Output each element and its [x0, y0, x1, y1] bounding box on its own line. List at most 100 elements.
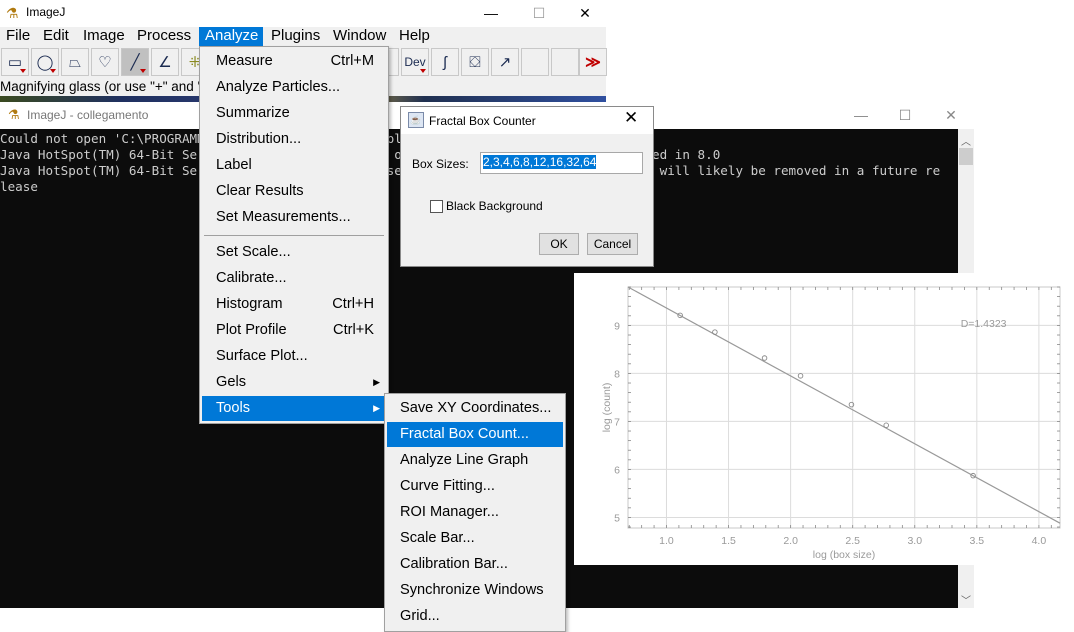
analyze-menu-item-distribution[interactable]: Distribution...: [202, 127, 386, 152]
x-axis-label: log (box size): [813, 549, 875, 561]
console-line: lease: [0, 179, 38, 194]
x-tick-label: 3.5: [970, 535, 985, 547]
data-point: [883, 422, 889, 429]
menu-image[interactable]: Image: [77, 27, 131, 47]
analyze-menu-item-summarize[interactable]: Summarize: [202, 101, 386, 126]
analyze-menu-item-histogram[interactable]: Histogram Ctrl+H: [202, 292, 386, 317]
ok-button[interactable]: OK: [539, 233, 579, 255]
data-point: [761, 355, 768, 361]
console-close-button[interactable]: ✕: [928, 102, 974, 129]
more-tools-button[interactable]: ≫: [579, 48, 607, 76]
tools-menu-item-calibration-bar[interactable]: Calibration Bar...: [387, 552, 563, 577]
brush-icon: ʃ: [443, 53, 447, 71]
scroll-up-icon[interactable]: ︿: [958, 133, 974, 148]
console-window-title: ImageJ - collegamento: [27, 108, 149, 122]
x-tick-label: 3.0: [907, 535, 922, 547]
arrow-tool[interactable]: ↗: [491, 48, 519, 76]
menu-item-label: Set Scale...: [216, 244, 291, 260]
tools-menu-item-scale-bar[interactable]: Scale Bar...: [387, 526, 563, 551]
menu-item-label: Summarize: [216, 105, 290, 121]
analyze-menu-item-measure[interactable]: Measure Ctrl+M: [202, 49, 386, 74]
menu-item-label: Scale Bar...: [400, 530, 475, 546]
menu-item-label: Grid...: [400, 608, 440, 624]
black-background-checkbox[interactable]: [430, 200, 443, 213]
close-button[interactable]: ✕: [562, 0, 608, 27]
oval-tool[interactable]: ◯: [31, 48, 59, 76]
rectangle-tool[interactable]: ▭: [1, 48, 29, 76]
analyze-menu-item-label[interactable]: Label: [202, 153, 386, 178]
x-tick-label: 4.0: [1032, 535, 1047, 547]
flood-fill-tool[interactable]: ⛋: [461, 48, 489, 76]
freehand-tool[interactable]: ♡: [91, 48, 119, 76]
console-minimize-button[interactable]: —: [838, 102, 884, 129]
tools-menu-item-roi-manager[interactable]: ROI Manager...: [387, 500, 563, 525]
menu-item-label: Save XY Coordinates...: [400, 400, 552, 416]
analyze-menu-item-calibrate[interactable]: Calibrate...: [202, 266, 386, 291]
y-tick-label: 8: [614, 368, 620, 380]
developer-menu[interactable]: Dev: [401, 48, 429, 76]
menu-item-label: Plot Profile: [216, 322, 287, 338]
line-tool[interactable]: ╱: [121, 48, 149, 76]
tools-menu-item-curve-fitting[interactable]: Curve Fitting...: [387, 474, 563, 499]
menu-item-label: Synchronize Windows: [400, 582, 544, 598]
menu-item-label: Analyze Line Graph: [400, 452, 529, 468]
menu-edit[interactable]: Edit: [37, 27, 75, 47]
menu-item-label: Fractal Box Count...: [400, 426, 529, 442]
analyze-menu-item-tools[interactable]: Tools ▶: [202, 396, 386, 421]
dialog-title: Fractal Box Counter: [429, 114, 536, 128]
menu-window[interactable]: Window: [327, 27, 392, 47]
tools-menu-item-save-xy-coordinates[interactable]: Save XY Coordinates...: [387, 396, 563, 421]
microscope-icon: ⚗: [8, 107, 20, 122]
menu-item-shortcut: Ctrl+H: [332, 296, 374, 312]
menu-help[interactable]: Help: [393, 27, 436, 47]
menu-plugins[interactable]: Plugins: [265, 27, 326, 47]
minimize-button[interactable]: —: [468, 0, 514, 27]
brush-tool[interactable]: ʃ: [431, 48, 459, 76]
box-sizes-input[interactable]: 2,3,4,6,8,12,16,32,64: [480, 152, 643, 174]
angle-tool[interactable]: ∠: [151, 48, 179, 76]
menu-item-shortcut: Ctrl+K: [333, 322, 374, 338]
tools-menu-item-grid[interactable]: Grid...: [387, 604, 563, 629]
data-point: [797, 373, 804, 379]
console-maximize-button[interactable]: ☐: [882, 102, 928, 129]
empty-tool-slot[interactable]: [521, 48, 549, 76]
black-background-label[interactable]: Black Background: [446, 199, 543, 213]
cancel-button[interactable]: Cancel: [587, 233, 638, 255]
polygon-tool[interactable]: ⏢: [61, 48, 89, 76]
box-sizes-label: Box Sizes:: [412, 157, 469, 171]
menu-item-label: Clear Results: [216, 183, 304, 199]
menu-item-label: Curve Fitting...: [400, 478, 495, 494]
x-tick-label: 1.5: [721, 535, 736, 547]
menu-file[interactable]: File: [0, 27, 36, 47]
analyze-menu-item-surface-plot[interactable]: Surface Plot...: [202, 344, 386, 369]
y-axis-label: log (count): [601, 383, 613, 433]
java-icon: ☕: [408, 112, 424, 128]
menu-item-label: Set Measurements...: [216, 209, 351, 225]
y-tick-label: 7: [614, 416, 620, 428]
tools-menu-item-synchronize-windows[interactable]: Synchronize Windows: [387, 578, 563, 603]
scroll-down-icon[interactable]: ﹀: [958, 592, 974, 607]
empty-tool-slot[interactable]: [551, 48, 579, 76]
analyze-menu-item-set-scale[interactable]: Set Scale...: [202, 240, 386, 265]
menu-item-label: Measure: [216, 53, 273, 69]
tools-menu-item-analyze-line-graph[interactable]: Analyze Line Graph: [387, 448, 563, 473]
dialog-close-button[interactable]: ✕: [624, 108, 638, 128]
maximize-button[interactable]: ☐: [516, 0, 562, 27]
analyze-menu-item-set-measurements[interactable]: Set Measurements...: [202, 205, 386, 230]
menu-process[interactable]: Process: [131, 27, 197, 47]
analyze-menu-item-plot-profile[interactable]: Plot Profile Ctrl+K: [202, 318, 386, 343]
menubar: File Edit Image Process Analyze Plugins …: [0, 27, 606, 47]
analyze-menu-item-gels[interactable]: Gels ▶: [202, 370, 386, 395]
submenu-arrow-icon: ▶: [373, 403, 380, 413]
dimension-annotation: D=1.4323: [961, 318, 1007, 330]
menu-triangle-icon: [420, 69, 426, 73]
menu-analyze[interactable]: Analyze: [199, 27, 263, 47]
analyze-menu-item-analyze-particles[interactable]: Analyze Particles...: [202, 75, 386, 100]
menu-triangle-icon: [50, 69, 56, 73]
double-chevron-icon: ≫: [585, 54, 601, 71]
scrollbar-thumb[interactable]: [959, 148, 973, 165]
box-sizes-value: 2,3,4,6,8,12,16,32,64: [483, 155, 597, 169]
menu-item-label: Surface Plot...: [216, 348, 308, 364]
analyze-menu-item-clear-results[interactable]: Clear Results: [202, 179, 386, 204]
tools-menu-item-fractal-box-count[interactable]: Fractal Box Count...: [387, 422, 563, 447]
